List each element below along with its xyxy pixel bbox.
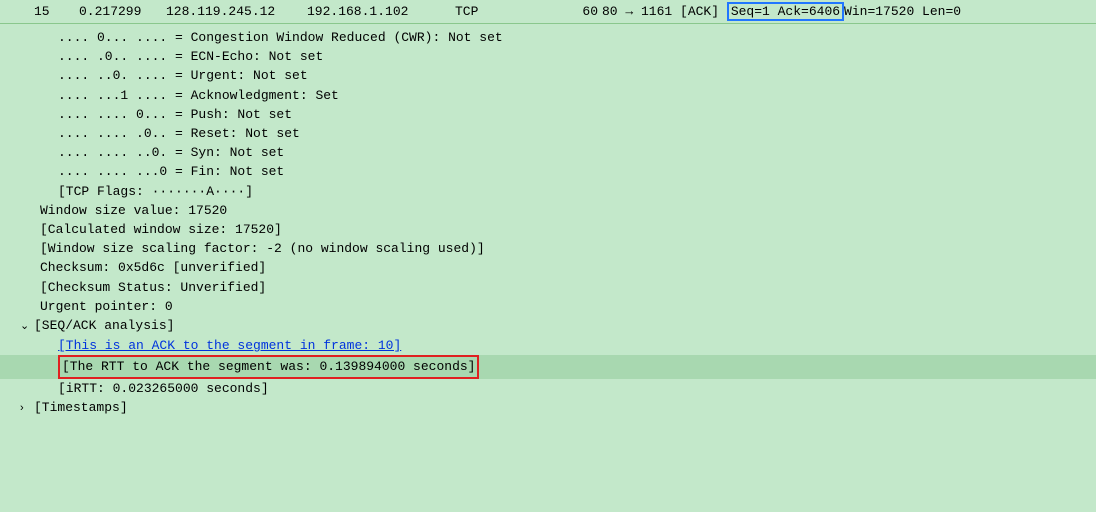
flag-cwr: .... 0... .... = Congestion Window Reduc…: [0, 28, 1096, 47]
chevron-down-icon: ⌄: [20, 317, 34, 336]
info-prefix: 80 → 1161 [ACK]: [602, 4, 727, 19]
seq-ack-label: [SEQ/ACK analysis]: [34, 318, 174, 333]
urgent-pointer: Urgent pointer: 0: [0, 297, 1096, 316]
flag-reset: .... .... .0.. = Reset: Not set: [0, 124, 1096, 143]
ack-to-frame-link[interactable]: [This is an ACK to the segment in frame:…: [0, 336, 1096, 355]
col-protocol: TCP: [455, 4, 570, 19]
flag-urg: .... ..0. .... = Urgent: Not set: [0, 66, 1096, 85]
timestamps-node[interactable]: ›[Timestamps]: [0, 398, 1096, 418]
checksum-field: Checksum: 0x5d6c [unverified]: [0, 258, 1096, 277]
col-source: 128.119.245.12: [166, 4, 307, 19]
chevron-right-icon: ›: [20, 399, 34, 418]
window-scaling-factor: [Window size scaling factor: -2 (no wind…: [0, 239, 1096, 258]
packet-list-row[interactable]: 15 0.217299 128.119.245.12 192.168.1.102…: [0, 0, 1096, 24]
flag-fin: .... .... ...0 = Fin: Not set: [0, 162, 1096, 181]
info-suffix: Win=17520 Len=0: [844, 4, 961, 19]
window-size-value: Window size value: 17520: [0, 201, 1096, 220]
seq-ack-analysis-node[interactable]: ⌄[SEQ/ACK analysis]: [0, 316, 1096, 336]
col-length: 60: [570, 4, 598, 19]
col-info: 80 → 1161 [ACK] Seq=1 Ack=6406 Win=17520…: [602, 2, 961, 21]
col-destination: 192.168.1.102: [307, 4, 455, 19]
col-no: 15: [34, 4, 79, 19]
flag-push: .... .... 0... = Push: Not set: [0, 105, 1096, 124]
info-seq-ack-highlight: Seq=1 Ack=6406: [727, 2, 844, 21]
tcp-flags-summary: [TCP Flags: ·······A····]: [0, 182, 1096, 201]
col-time: 0.217299: [79, 4, 166, 19]
flag-syn: .... .... ..0. = Syn: Not set: [0, 143, 1096, 162]
calculated-window-size: [Calculated window size: 17520]: [0, 220, 1096, 239]
rtt-row-highlighted[interactable]: [The RTT to ACK the segment was: 0.13989…: [0, 355, 1096, 378]
timestamps-label: [Timestamps]: [34, 400, 128, 415]
flag-ecn: .... .0.. .... = ECN-Echo: Not set: [0, 47, 1096, 66]
rtt-value: [The RTT to ACK the segment was: 0.13989…: [58, 355, 479, 378]
checksum-status: [Checksum Status: Unverified]: [0, 278, 1096, 297]
flag-ack: .... ...1 .... = Acknowledgment: Set: [0, 86, 1096, 105]
packet-details-tree[interactable]: .... 0... .... = Congestion Window Reduc…: [0, 24, 1096, 422]
irtt-value: [iRTT: 0.023265000 seconds]: [0, 379, 1096, 398]
